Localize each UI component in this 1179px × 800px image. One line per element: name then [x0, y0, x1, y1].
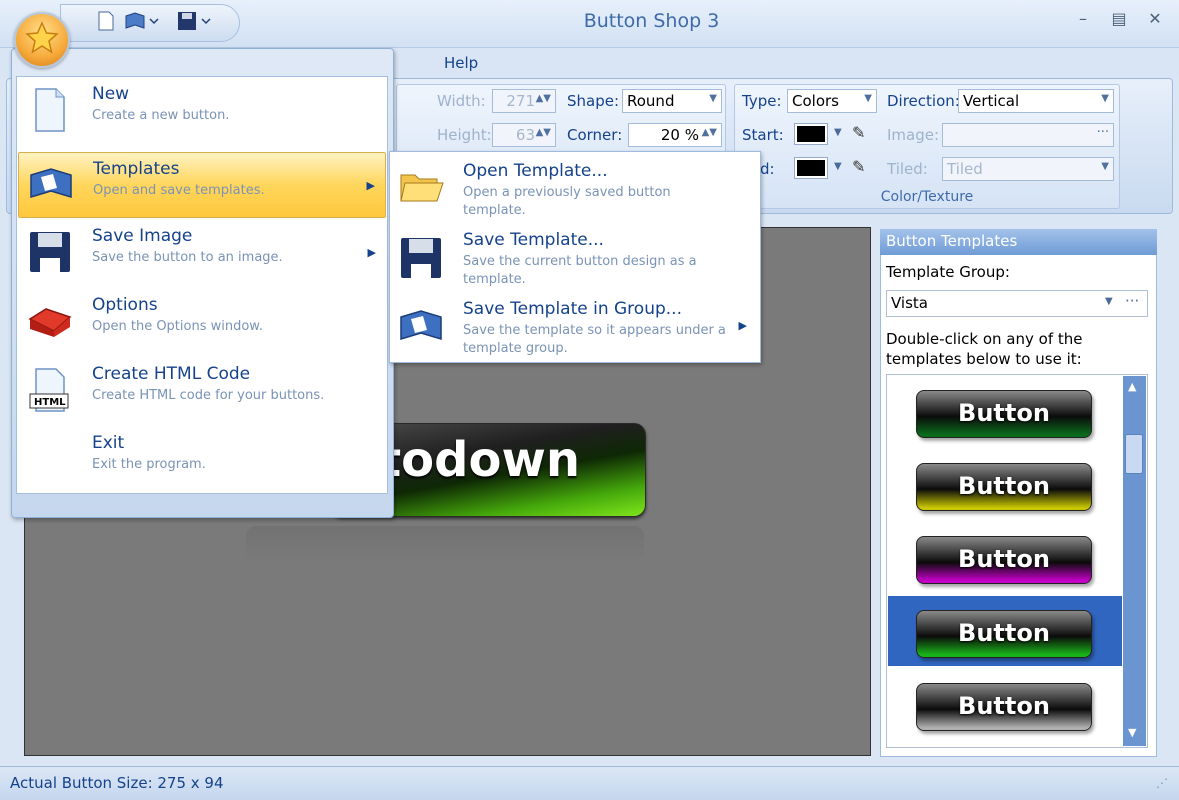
- html-file-icon: HTML: [26, 366, 74, 414]
- template-group-select[interactable]: Vista ▼ ···: [886, 290, 1148, 317]
- floppy-disk-icon: [397, 234, 447, 284]
- scroll-thumb[interactable]: [1125, 434, 1143, 474]
- more-dots-icon[interactable]: ···: [1097, 125, 1109, 140]
- menu-item-new[interactable]: New Create a new button.: [18, 78, 386, 144]
- template-button-preview: Button: [916, 463, 1092, 511]
- scroll-up-icon[interactable]: ▲: [1128, 380, 1136, 393]
- templates-icon[interactable]: [124, 10, 164, 32]
- eyedropper-icon[interactable]: ✎: [852, 157, 865, 176]
- svg-text:HTML: HTML: [34, 397, 66, 408]
- eyedropper-icon[interactable]: ✎: [852, 123, 865, 142]
- menu-item-create-html[interactable]: HTML Create HTML Code Create HTML code f…: [18, 358, 386, 424]
- app-menu-orb-button[interactable]: [14, 12, 70, 68]
- template-button-preview: Button: [916, 536, 1092, 584]
- chevron-down-icon[interactable]: ▼: [834, 161, 842, 172]
- status-text: Actual Button Size: 275 x 94: [10, 774, 224, 792]
- start-color-swatch[interactable]: [794, 123, 828, 145]
- submenu-item-save-template-in-group[interactable]: Save Template in Group... Save the templ…: [391, 291, 759, 361]
- chevron-down-icon[interactable]: ▼: [1105, 296, 1113, 307]
- scroll-down-icon[interactable]: ▼: [1128, 726, 1136, 739]
- tiled-select[interactable]: Tiled ▼: [942, 157, 1114, 181]
- new-document-icon: [26, 86, 74, 134]
- floppy-disk-icon: [26, 228, 74, 276]
- new-icon[interactable]: [96, 10, 116, 32]
- width-label: Width:: [437, 92, 486, 110]
- template-button-preview: Button: [916, 683, 1092, 731]
- save-icon[interactable]: [176, 10, 216, 32]
- templates-scrollbar[interactable]: ▲ ▼: [1123, 376, 1146, 746]
- menu-item-exit[interactable]: Exit Exit the program.: [18, 427, 386, 493]
- template-group-label: Template Group:: [886, 263, 1010, 281]
- template-item[interactable]: Button: [888, 669, 1122, 739]
- direction-label: Direction:: [887, 92, 960, 110]
- direction-select[interactable]: Vertical ▼: [958, 89, 1114, 113]
- height-label: Height:: [437, 126, 492, 144]
- shape-select[interactable]: Round ▼: [622, 89, 722, 113]
- templates-book-icon: [397, 303, 447, 353]
- chevron-down-icon[interactable]: ▼: [1101, 161, 1109, 172]
- template-item[interactable]: Button: [888, 449, 1122, 519]
- chevron-down-icon[interactable]: ▼: [1101, 93, 1109, 104]
- maximize-button[interactable]: ▤: [1106, 8, 1132, 30]
- star-icon: [25, 21, 59, 54]
- submenu-arrow-icon: ▶: [738, 319, 747, 332]
- spin-arrows-icon[interactable]: ▲▼: [702, 127, 717, 138]
- start-label: Start:: [742, 126, 784, 144]
- type-select[interactable]: Colors ▼: [787, 89, 877, 113]
- submenu-item-open-template[interactable]: Open Template... Open a previously saved…: [391, 153, 759, 223]
- tiled-label: Tiled:: [887, 160, 928, 178]
- menu-item-save-image[interactable]: Save Image Save the button to an image. …: [18, 220, 386, 286]
- end-label: d:: [760, 160, 775, 178]
- template-button-preview: Button: [916, 610, 1092, 658]
- minimize-button[interactable]: –: [1070, 8, 1096, 30]
- toolbox-icon: [26, 297, 74, 345]
- width-field[interactable]: 271 ▲▼: [492, 89, 556, 113]
- resize-grip-icon[interactable]: ⋰: [1156, 776, 1168, 790]
- template-item[interactable]: Button: [888, 596, 1122, 666]
- spin-arrows-icon[interactable]: ▲▼: [536, 93, 551, 104]
- more-dots-button[interactable]: ···: [1125, 292, 1139, 310]
- corner-field[interactable]: 20 % ▲▼: [628, 123, 722, 147]
- image-label: Image:: [887, 126, 940, 144]
- spin-arrows-icon[interactable]: ▲▼: [536, 127, 551, 138]
- template-item[interactable]: Button: [888, 376, 1122, 446]
- submenu-arrow-icon: ▶: [367, 246, 376, 259]
- template-button-preview: Button: [916, 390, 1092, 438]
- corner-label: Corner:: [567, 126, 623, 144]
- button-reflection: [246, 526, 644, 562]
- chevron-down-icon[interactable]: ▼: [709, 93, 717, 104]
- tab-help[interactable]: Help: [444, 54, 478, 72]
- submenu-item-save-template[interactable]: Save Template... Save the current button…: [391, 222, 759, 292]
- templates-book-icon: [27, 161, 75, 209]
- templates-panel-title: Button Templates: [880, 229, 1157, 255]
- menu-item-options[interactable]: Options Open the Options window.: [18, 289, 386, 355]
- close-button[interactable]: ✕: [1142, 8, 1168, 30]
- height-field[interactable]: 63 ▲▼: [492, 123, 556, 147]
- chevron-down-icon[interactable]: ▼: [834, 127, 842, 138]
- shape-label: Shape:: [567, 92, 620, 110]
- type-label: Type:: [742, 92, 782, 110]
- templates-instructions: Double-click on any of the templates bel…: [886, 330, 1083, 368]
- menu-item-templates[interactable]: Templates Open and save templates. ▶: [18, 152, 386, 218]
- chevron-down-icon[interactable]: ▼: [864, 93, 872, 104]
- submenu-arrow-icon: ▶: [366, 179, 375, 192]
- folder-open-icon: [397, 165, 447, 215]
- image-field[interactable]: ···: [942, 123, 1114, 147]
- end-color-swatch[interactable]: [794, 157, 828, 179]
- color-texture-group-label: Color/Texture: [880, 189, 974, 205]
- template-item[interactable]: Button: [888, 522, 1122, 592]
